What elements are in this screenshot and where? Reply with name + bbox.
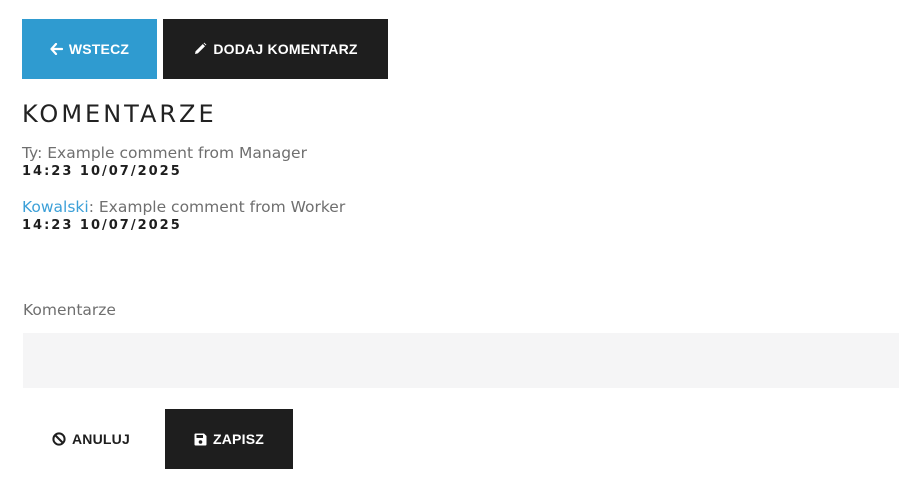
pencil-icon — [193, 42, 207, 56]
comment-text: Example comment from Worker — [98, 198, 346, 216]
comment-text: Example comment from Manager — [47, 144, 307, 162]
back-button[interactable]: WSTECZ — [22, 19, 157, 79]
comment-field[interactable] — [23, 333, 899, 388]
ban-icon — [52, 432, 66, 446]
comment-field-label: Komentarze — [23, 301, 116, 319]
comment-item: Kowalski: Example comment from Worker 14… — [22, 197, 345, 235]
comment-timestamp: 14:23 10/07/2025 — [22, 164, 182, 179]
comment-author-link[interactable]: Kowalski — [22, 198, 89, 216]
comment-line: Kowalski: Example comment from Worker — [22, 197, 345, 217]
comment-author: Ty — [22, 144, 38, 162]
back-button-label: WSTECZ — [68, 41, 130, 57]
floppy-disk-icon — [194, 433, 207, 446]
save-button-label: ZAPISZ — [213, 431, 264, 447]
add-comment-button[interactable]: DODAJ KOMENTARZ — [163, 19, 388, 79]
comment-line: Ty: Example comment from Manager — [22, 143, 307, 163]
save-button[interactable]: ZAPISZ — [165, 409, 293, 469]
comments-title: KOMENTARZE — [22, 100, 217, 128]
cancel-button[interactable]: ANULUJ — [22, 409, 160, 469]
comment-separator: : — [37, 144, 48, 162]
comment-item: Ty: Example comment from Manager 14:23 1… — [22, 143, 307, 181]
arrow-left-icon — [50, 43, 63, 55]
comment-timestamp: 14:23 10/07/2025 — [22, 218, 182, 233]
add-comment-button-label: DODAJ KOMENTARZ — [213, 41, 358, 57]
comment-separator: : — [88, 198, 99, 216]
cancel-button-label: ANULUJ — [72, 431, 130, 447]
